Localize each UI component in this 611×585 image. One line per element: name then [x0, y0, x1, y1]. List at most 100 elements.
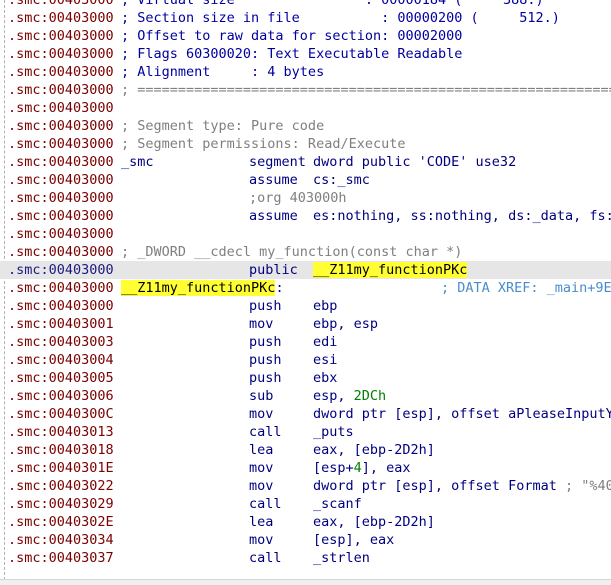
listing-line[interactable]: .smc:0040302E lea eax, [ebp-2D2h] — [0, 513, 611, 531]
line-address[interactable]: .smc:00403000 — [8, 243, 114, 261]
disassembly-listing[interactable]: .smc:00403000 ; Virtual size : 00000184 (… — [0, 0, 611, 571]
instruction-mnemonic[interactable]: mov — [249, 405, 273, 423]
listing-line[interactable]: .smc:0040300C mov dword ptr [esp], offset … — [0, 405, 611, 423]
instruction-mnemonic[interactable]: assume — [249, 171, 298, 189]
listing-line[interactable]: .smc:00403003 push edi — [0, 333, 611, 351]
instruction-operands[interactable]: es:nothing, ss:nothing, ds:_data, fs:not… — [313, 207, 611, 225]
listing-line[interactable]: .smc:00403000 — [0, 99, 611, 117]
function-label[interactable]: __Z11my_functionPKc: — [121, 279, 284, 297]
listing-line[interactable]: .smc:00403029 call _scanf — [0, 495, 611, 513]
listing-line[interactable]: .smc:00403000 ; Offset to raw data for se… — [0, 27, 611, 45]
instruction-operands[interactable]: eax, [ebp-2D2h] — [313, 513, 435, 531]
line-address[interactable]: .smc:00403000 — [8, 45, 114, 63]
instruction-operands[interactable]: ebp, esp — [313, 315, 378, 333]
instruction-operands[interactable]: dword public 'CODE' use32 — [313, 153, 516, 171]
line-address[interactable]: .smc:00403034 — [8, 531, 114, 549]
listing-line[interactable]: .smc:00403000 _smc segment dword public 'CO… — [0, 153, 611, 171]
data-xref-comment[interactable]: ; DATA XREF: _main+9E — [441, 279, 611, 297]
instruction-operands[interactable]: [esp+4], eax — [313, 459, 411, 477]
instruction-mnemonic[interactable]: assume — [249, 207, 298, 225]
instruction-operands[interactable]: eax, [ebp-2D2h] — [313, 441, 435, 459]
instruction-mnemonic[interactable]: push — [249, 333, 282, 351]
instruction-mnemonic[interactable]: public — [249, 261, 298, 279]
listing-line[interactable]: .smc:00403000 ; Segment type: Pure code — [0, 117, 611, 135]
line-address[interactable]: .smc:00403029 — [8, 495, 114, 513]
line-address[interactable]: .smc:00403037 — [8, 549, 114, 567]
operand-symbol-highlighted[interactable]: __Z11my_functionPKc — [313, 262, 468, 278]
line-address[interactable]: .smc:00403000 — [8, 153, 114, 171]
instruction-mnemonic[interactable]: lea — [249, 441, 273, 459]
listing-line[interactable]: .smc:00403000 ; =========================… — [0, 81, 611, 99]
line-address[interactable]: .smc:00403000 — [8, 135, 114, 153]
line-address[interactable]: .smc:00403000 — [8, 9, 114, 27]
listing-line[interactable]: .smc:00403000 ; Segment permissions: Read… — [0, 135, 611, 153]
line-address[interactable]: .smc:00403001 — [8, 315, 114, 333]
listing-line[interactable]: .smc:00403000 ; Virtual size : 00000184 (… — [0, 0, 611, 9]
line-address[interactable]: .smc:00403000 — [8, 117, 114, 135]
listing-line[interactable]: .smc:00403000 ; Flags 60300020: Text Exec… — [0, 45, 611, 63]
listing-line[interactable]: .smc:00403000 — [0, 225, 611, 243]
listing-line[interactable]: .smc:00403001 mov ebp, esp — [0, 315, 611, 333]
listing-line[interactable]: .smc:00403004 push esi — [0, 351, 611, 369]
line-address[interactable]: .smc:00403000 — [8, 207, 114, 225]
listing-line[interactable]: .smc:00403000 assume es:nothing, ss:nothin… — [0, 207, 611, 225]
instruction-operands[interactable]: _strlen — [313, 549, 370, 567]
instruction-mnemonic[interactable]: push — [249, 297, 282, 315]
listing-line[interactable]: .smc:00403000 ; Alignment : 4 bytes — [0, 63, 611, 81]
instruction-operands[interactable]: ebx — [313, 369, 337, 387]
instruction-operands[interactable]: esp, 2DCh — [313, 387, 386, 405]
instruction-operands[interactable]: esi — [313, 351, 337, 369]
listing-line[interactable]: .smc:00403000 assume cs:_smc — [0, 171, 611, 189]
horizontal-scrollbar[interactable] — [0, 579, 611, 585]
listing-line[interactable]: .smc:00403013 call _puts — [0, 423, 611, 441]
line-address[interactable]: .smc:00403000 — [8, 297, 114, 315]
instruction-mnemonic[interactable]: mov — [249, 477, 273, 495]
line-address[interactable]: .smc:0040300C — [8, 405, 114, 423]
line-address[interactable]: .smc:00403013 — [8, 423, 114, 441]
instruction-mnemonic[interactable]: call — [249, 495, 282, 513]
line-address[interactable]: .smc:0040302E — [8, 513, 114, 531]
listing-line[interactable]: .smc:00403000 ;org 403000h — [0, 189, 611, 207]
line-address[interactable]: .smc:00403000 — [8, 225, 114, 243]
listing-line[interactable]: .smc:00403006 sub esp, 2DCh — [0, 387, 611, 405]
instruction-operands[interactable]: _scanf — [313, 495, 362, 513]
line-address[interactable]: .smc:00403000 — [8, 0, 114, 9]
line-address[interactable]: .smc:00403022 — [8, 477, 114, 495]
instruction-mnemonic[interactable]: mov — [249, 531, 273, 549]
line-address[interactable]: .smc:00403004 — [8, 351, 114, 369]
instruction-mnemonic[interactable]: segment — [249, 153, 306, 171]
instruction-mnemonic[interactable]: call — [249, 423, 282, 441]
listing-line[interactable]: .smc:00403037 call _strlen — [0, 549, 611, 567]
instruction-operands[interactable]: edi — [313, 333, 337, 351]
line-address[interactable]: .smc:00403000 — [8, 27, 114, 45]
instruction-mnemonic[interactable]: sub — [249, 387, 273, 405]
function-label-name[interactable]: __Z11my_functionPKc — [121, 280, 276, 296]
line-address[interactable]: .smc:0040301E — [8, 459, 114, 477]
instruction-operands[interactable]: cs:_smc — [313, 171, 370, 189]
instruction-operands[interactable]: __Z11my_functionPKc — [313, 261, 468, 279]
line-address[interactable]: .smc:00403005 — [8, 369, 114, 387]
instruction-operands[interactable]: dword ptr [esp], offset aPleaseInputYour… — [313, 405, 611, 423]
line-address[interactable]: .smc:00403000 — [8, 279, 114, 297]
instruction-mnemonic[interactable]: lea — [249, 513, 273, 531]
instruction-mnemonic[interactable]: push — [249, 369, 282, 387]
line-address[interactable]: .smc:00403000 — [8, 189, 114, 207]
line-address[interactable]: .smc:00403000 — [8, 99, 114, 117]
listing-line[interactable]: .smc:00403022 mov dword ptr [esp], offset … — [0, 477, 611, 495]
instruction-mnemonic[interactable]: mov — [249, 315, 273, 333]
instruction-operands[interactable]: [esp], eax — [313, 531, 394, 549]
instruction-operands[interactable]: _puts — [313, 423, 354, 441]
instruction-operands[interactable]: ebp — [313, 297, 337, 315]
line-address[interactable]: .smc:00403003 — [8, 333, 114, 351]
line-address[interactable]: .smc:00403000 — [8, 63, 114, 81]
listing-line[interactable]: .smc:00403000 public __Z11my_functionPKc — [0, 261, 611, 279]
line-address[interactable]: .smc:00403018 — [8, 441, 114, 459]
listing-line[interactable]: .smc:0040301E mov [esp+4], eax — [0, 459, 611, 477]
listing-line[interactable]: .smc:00403000 ; Section size in file : 00… — [0, 9, 611, 27]
line-address[interactable]: .smc:00403000 — [8, 261, 114, 279]
segment-label[interactable]: _smc — [121, 153, 154, 171]
instruction-operands[interactable]: dword ptr [esp], offset Format ; "%40s" — [313, 477, 611, 495]
instruction-mnemonic[interactable]: call — [249, 549, 282, 567]
listing-line[interactable]: .smc:00403018 lea eax, [ebp-2D2h] — [0, 441, 611, 459]
listing-line[interactable]: .smc:00403000 __Z11my_functionPKc: ; DATA … — [0, 279, 611, 297]
